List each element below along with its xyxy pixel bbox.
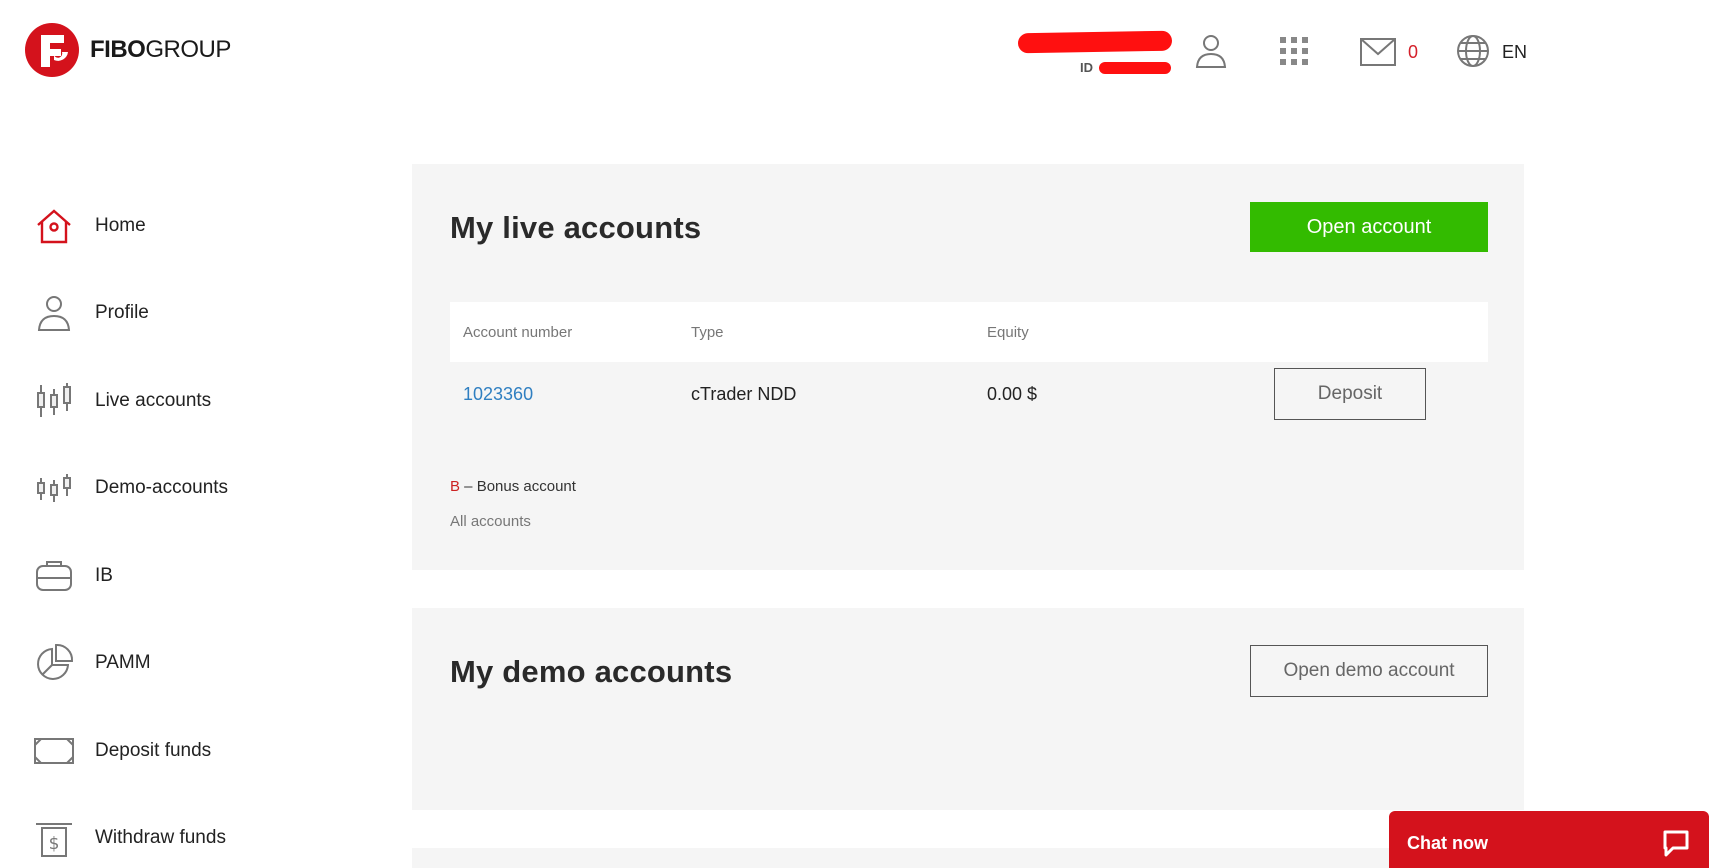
sidebar-item-demo-accounts[interactable]: Demo-accounts [34, 464, 228, 512]
mail-count-badge[interactable]: 0 [1408, 42, 1418, 63]
pie-chart-icon [37, 643, 74, 680]
language-selector[interactable]: EN [1502, 42, 1527, 63]
live-accounts-table: Account number Type Equity 1023360 cTrad… [450, 302, 1488, 426]
account-type: cTrader NDD [691, 384, 797, 404]
open-account-button[interactable]: Open account [1250, 202, 1488, 252]
candlestick-icon [37, 383, 71, 417]
column-type: Type [691, 324, 724, 341]
sidebar-item-label: Demo-accounts [95, 477, 229, 498]
home-icon [37, 209, 71, 244]
column-equity: Equity [987, 324, 1029, 341]
chat-widget[interactable]: Chat now [1389, 811, 1709, 868]
account-equity: 0.00 $ [987, 384, 1038, 404]
profile-icon [37, 296, 71, 331]
user-id: ID [1080, 60, 1171, 75]
table-row: 1023360 cTrader NDD 0.00 $ Deposit [450, 362, 1488, 426]
table-header: Account number Type Equity [450, 302, 1488, 362]
globe-icon[interactable] [1456, 34, 1490, 68]
brand-name: FIBOGROUP [90, 36, 231, 63]
next-panel [412, 848, 1524, 868]
header: FIBOGROUP ID 0 EN [0, 0, 1718, 110]
account-number-link[interactable]: 1023360 [463, 384, 533, 405]
sidebar-item-label: Home [95, 215, 146, 236]
bonus-letter: B [450, 478, 461, 495]
chat-bubble-icon [1663, 830, 1689, 857]
sidebar-item-label: IB [95, 565, 113, 586]
fibogroup-logo-mark-icon [25, 23, 79, 77]
demo-accounts-panel: My demo accounts Open demo account [412, 608, 1524, 810]
all-accounts-link[interactable]: All accounts [450, 513, 531, 530]
sidebar-item-withdraw-funds[interactable]: $ Withdraw funds [34, 814, 226, 862]
deposit-button[interactable]: Deposit [1274, 368, 1426, 420]
mail-icon[interactable] [1360, 38, 1396, 66]
sidebar-item-label: PAMM [95, 652, 151, 673]
sidebar-item-deposit-funds[interactable]: Deposit funds [34, 727, 211, 775]
sidebar-item-label: Withdraw funds [95, 827, 226, 848]
demo-accounts-title: My demo accounts [450, 654, 733, 689]
sidebar-item-home[interactable]: Home [34, 202, 146, 250]
column-account-number: Account number [463, 324, 573, 341]
candlestick-small-icon [37, 474, 71, 502]
bonus-legend: B – Bonus account [450, 478, 576, 495]
live-accounts-title: My live accounts [450, 210, 702, 245]
sidebar-item-ib[interactable]: IB [34, 552, 113, 600]
chat-now-label: Chat now [1407, 833, 1488, 853]
sidebar-item-live-accounts[interactable]: Live accounts [34, 377, 211, 425]
redacted-username [1017, 30, 1173, 54]
briefcase-icon [36, 561, 72, 591]
fibogroup-logo[interactable]: FIBOGROUP [24, 22, 231, 78]
open-demo-account-button[interactable]: Open demo account [1250, 645, 1488, 697]
user-icon[interactable] [1194, 32, 1228, 70]
sidebar-item-pamm[interactable]: PAMM [34, 639, 151, 687]
frame-icon [34, 738, 74, 764]
live-accounts-panel: My live accounts Open account Account nu… [412, 164, 1524, 570]
sidebar-item-label: Deposit funds [95, 740, 212, 761]
sidebar-item-label: Live accounts [95, 390, 212, 411]
bonus-legend-text: – Bonus account [460, 478, 576, 495]
sidebar-item-profile[interactable]: Profile [34, 289, 149, 337]
apps-grid-icon[interactable] [1278, 35, 1310, 67]
withdraw-dollar-icon: $ [36, 823, 72, 857]
svg-text:$: $ [49, 834, 60, 854]
sidebar-item-label: Profile [95, 302, 149, 323]
redacted-id [1099, 61, 1171, 74]
